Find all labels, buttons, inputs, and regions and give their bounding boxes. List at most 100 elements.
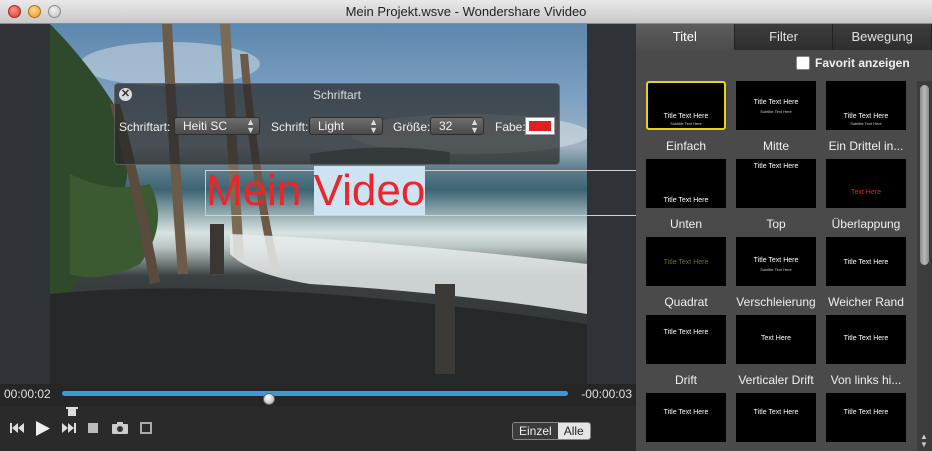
preset-thumbnail-title: Title Text Here: [753, 409, 799, 416]
preset-thumbnail-title: Title Text Here: [843, 335, 889, 342]
font-size-label: Größe:: [393, 120, 431, 134]
preset-thumbnail-title: Title Text Here: [753, 99, 799, 106]
preset-label: Verschleierung: [736, 295, 816, 309]
window-title: Mein Projekt.wsve - Wondershare Vivideo: [345, 4, 587, 19]
preset-thumbnail-title: Title Text Here: [843, 409, 889, 416]
remaining-time: -00:00:03: [581, 387, 632, 401]
preset-thumbnail[interactable]: Title Text Here: [646, 159, 726, 208]
scrollbar-thumb[interactable]: [920, 85, 929, 265]
preset-thumbnail-subtitle: Subtitle Text Here: [760, 267, 792, 272]
favorite-row: Favorit anzeigen: [636, 50, 932, 76]
select-arrows-icon: ▲ ▼: [246, 117, 255, 135]
mode-all-button[interactable]: Alle: [557, 423, 590, 439]
window-titlebar: Mein Projekt.wsve - Wondershare Vivideo: [0, 0, 932, 24]
favorite-checkbox[interactable]: [796, 56, 810, 70]
video-preview[interactable]: ✕ Schriftart Schriftart: Heiti SC ▲ ▼ Sch…: [0, 24, 636, 384]
camera-icon[interactable]: [112, 422, 128, 434]
color-fill: [529, 121, 551, 131]
preset-label: Einfach: [665, 139, 707, 153]
play-icon[interactable]: [36, 421, 50, 436]
preset-thumbnail-title: Text Here: [761, 335, 791, 342]
font-size-select[interactable]: 32 ▲ ▼: [430, 117, 484, 135]
preset-thumbnail-subtitle: Subtitle Text Here: [670, 121, 702, 126]
preset-label: Quadrat: [664, 295, 708, 309]
font-style-label: Schrift:: [271, 120, 309, 134]
preset-label: Unten: [669, 217, 703, 231]
title-text-part1: Mein: [206, 166, 314, 215]
tab-titel[interactable]: Titel: [636, 24, 735, 50]
preset-label: Drift: [675, 373, 697, 387]
effects-tabs: Titel Filter Bewegung: [636, 24, 932, 50]
effects-panel: Titel Filter Bewegung Favorit anzeigen T…: [636, 24, 932, 451]
elapsed-time: 00:00:02: [4, 387, 51, 401]
preset-thumbnail-title: Title Text Here: [753, 257, 799, 264]
close-window-button[interactable]: [8, 5, 21, 18]
fullscreen-icon[interactable]: [140, 422, 152, 434]
preset-thumbnail[interactable]: Title Text Here Subtitle Text Here: [646, 81, 726, 130]
playback-controls: Einzel Alle: [0, 406, 636, 451]
timeline-scrubber[interactable]: [62, 391, 568, 405]
favorite-label: Favorit anzeigen: [815, 56, 910, 70]
preset-label: Verticaler Drift: [738, 373, 814, 387]
select-arrows-icon: ▲ ▼: [470, 117, 479, 135]
view-mode-toggle: Einzel Alle: [512, 422, 591, 440]
preset-thumbnail-title: Title Text Here: [663, 409, 709, 416]
stop-icon[interactable]: [88, 423, 98, 433]
preset-thumbnail[interactable]: Title Text Here: [826, 393, 906, 442]
font-family-label: Schriftart:: [119, 120, 171, 134]
preset-thumbnail-title: Title Text Here: [663, 197, 709, 204]
font-family-select[interactable]: Heiti SC ▲ ▼: [174, 117, 260, 135]
timeline: 00:00:02 -00:00:03: [0, 384, 636, 406]
preset-label: Überlappung: [831, 217, 901, 231]
skip-back-icon[interactable]: [10, 423, 24, 433]
title-text-selected: Video: [313, 166, 426, 215]
font-color-label: Fabe:: [495, 120, 526, 134]
preset-thumbnail[interactable]: Title Text Here: [826, 237, 906, 286]
preset-thumbnail[interactable]: Title Text Here Subtitle Text Here: [736, 237, 816, 286]
preset-thumbnail[interactable]: Text Here: [736, 315, 816, 364]
font-size-value: 32: [439, 119, 453, 133]
preset-thumbnail-title: Title Text Here: [663, 113, 709, 120]
zoom-window-button[interactable]: [48, 5, 61, 18]
preset-thumbnail-subtitle: Subtitle Text Here: [850, 121, 882, 126]
title-text-overlay[interactable]: Mein Video: [206, 166, 426, 215]
preset-thumbnail[interactable]: Title Text Here: [646, 315, 726, 364]
preset-thumbnail-title: Title Text Here: [663, 259, 709, 266]
font-color-swatch[interactable]: [525, 117, 555, 135]
scroll-arrows-icon[interactable]: ▲ ▼: [920, 433, 928, 449]
tab-bewegung[interactable]: Bewegung: [833, 24, 932, 50]
preset-scrollbar[interactable]: ▲ ▼: [917, 81, 932, 451]
preset-thumbnail[interactable]: Title Text Here: [646, 393, 726, 442]
close-font-panel-button[interactable]: ✕: [119, 88, 132, 101]
font-style-select[interactable]: Light ▲ ▼: [309, 117, 383, 135]
font-style-value: Light: [318, 119, 345, 133]
preset-label: Weicher Rand: [828, 295, 904, 309]
mode-single-button[interactable]: Einzel: [513, 423, 558, 439]
tab-filter[interactable]: Filter: [734, 24, 834, 50]
preset-label: Ein Drittel in...: [828, 139, 904, 153]
preset-thumbnail[interactable]: Title Text Here: [826, 315, 906, 364]
preset-thumbnail-title: Title Text Here: [843, 259, 889, 266]
preset-thumbnail-title: Text Here: [851, 189, 881, 196]
font-family-value: Heiti SC: [183, 119, 228, 133]
trash-marker-icon[interactable]: [66, 406, 78, 416]
preset-label: Mitte: [762, 139, 789, 153]
preset-thumbnail[interactable]: Title Text Here: [736, 159, 816, 208]
select-arrows-icon: ▲ ▼: [369, 117, 378, 135]
preset-thumbnail[interactable]: Title Text Here Subtitle Text Here: [826, 81, 906, 130]
preset-thumbnail[interactable]: Title Text Here Subtitle Text Here: [736, 81, 816, 130]
title-preset-grid: Title Text Here Subtitle Text Here Einfach…: [636, 81, 916, 451]
preset-thumbnail-title: Title Text Here: [663, 329, 709, 336]
skip-forward-icon[interactable]: [62, 423, 76, 433]
preset-thumbnail-title: Title Text Here: [843, 113, 889, 120]
preset-label: Von links hi...: [830, 373, 902, 387]
minimize-window-button[interactable]: [28, 5, 41, 18]
font-panel-title: Schriftart: [312, 88, 361, 102]
preset-thumbnail[interactable]: Title Text Here: [646, 237, 726, 286]
preset-thumbnail-title: Title Text Here: [753, 163, 799, 170]
preset-thumbnail[interactable]: Title Text Here: [736, 393, 816, 442]
playhead-knob[interactable]: [263, 393, 276, 405]
font-panel: ✕ Schriftart Schriftart: Heiti SC ▲ ▼ Sch…: [114, 83, 560, 165]
preset-thumbnail-subtitle: Subtitle Text Here: [760, 109, 792, 114]
preset-thumbnail[interactable]: Text Here: [826, 159, 906, 208]
